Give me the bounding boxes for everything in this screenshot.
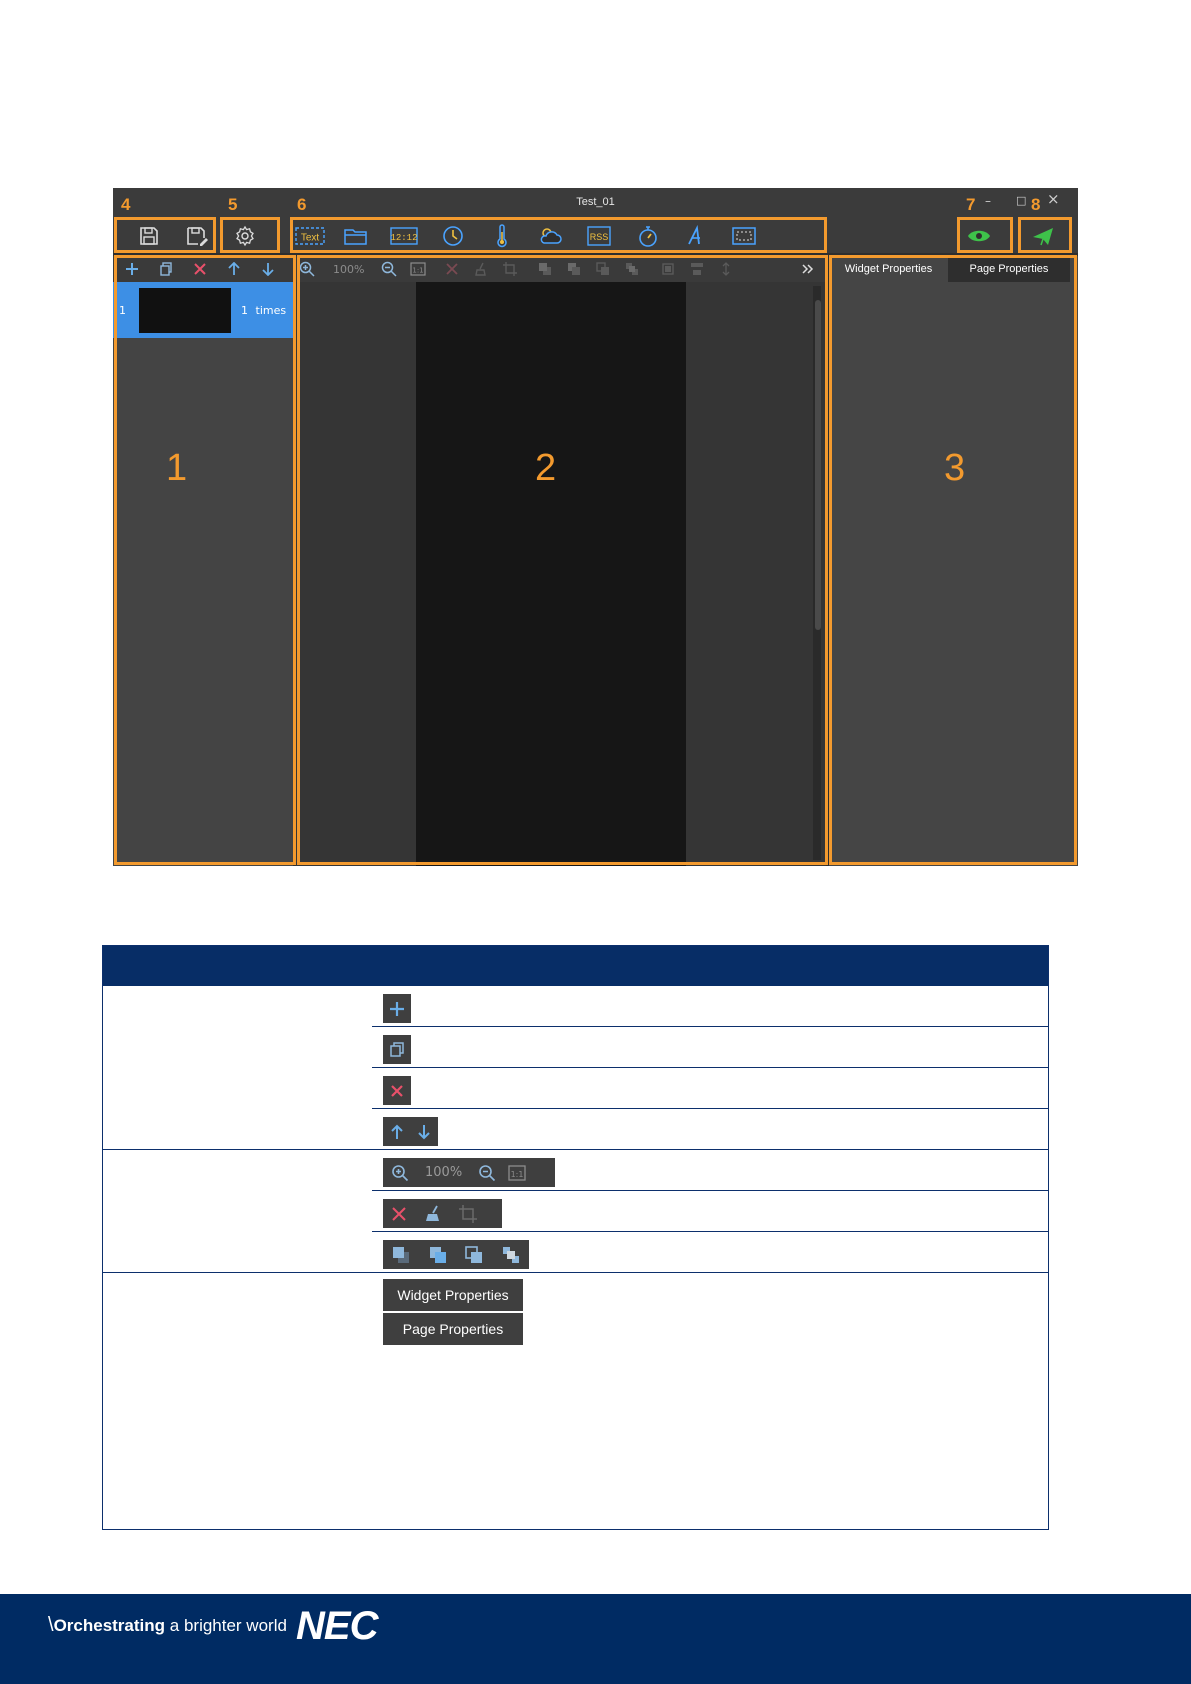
send-to-back-icon <box>429 1246 446 1263</box>
maximize-button[interactable]: □ <box>1016 194 1026 208</box>
arrow-down-icon <box>418 1124 430 1139</box>
minimize-button[interactable]: – <box>985 194 991 208</box>
nec-logo: NEC <box>296 1604 378 1648</box>
crop-icon <box>459 1204 477 1223</box>
callout-box-page-list <box>114 255 296 865</box>
callout-box-editor <box>297 255 828 865</box>
callout-box-publish <box>1018 217 1072 253</box>
copy-icon <box>390 1041 404 1057</box>
footer-band: \Orchestrating a brighter world NEC <box>0 1594 1191 1684</box>
bring-forward-icon <box>465 1245 483 1263</box>
row-divider <box>372 1026 1048 1027</box>
move-page-tile <box>383 1117 438 1146</box>
callout-box-save <box>114 217 216 253</box>
row-divider <box>372 1067 1048 1068</box>
edit-controls-tile <box>383 1199 502 1228</box>
area-label-properties: 3 <box>944 447 966 489</box>
callout-label-preview: 7 <box>966 195 976 214</box>
zoom-level-label: 100% <box>425 1165 463 1180</box>
callout-box-settings <box>220 217 280 253</box>
footer-slogan: \Orchestrating a brighter world <box>48 1614 287 1636</box>
callout-box-properties <box>829 255 1077 865</box>
row-divider <box>372 1190 1048 1191</box>
add-page-tile <box>383 994 411 1023</box>
group-divider <box>103 1149 1048 1150</box>
callout-label-settings: 5 <box>228 195 238 214</box>
svg-text:1:1: 1:1 <box>511 1170 524 1179</box>
group-divider <box>103 1272 1048 1273</box>
close-icon <box>391 1084 403 1097</box>
callout-label-widgets: 6 <box>297 195 307 214</box>
close-button[interactable]: × <box>1047 192 1060 207</box>
callout-label-save: 4 <box>121 195 131 214</box>
row-divider <box>372 1108 1048 1109</box>
arrow-up-icon <box>391 1124 403 1139</box>
zoom-controls-tile: 100% 1:1 <box>383 1158 555 1187</box>
plus-icon <box>390 1001 404 1016</box>
layer-controls-tile <box>383 1240 529 1269</box>
broom-icon <box>426 1205 439 1221</box>
description-table: 100% 1:1 Widget Properties Page Properti… <box>102 945 1049 1530</box>
copy-page-tile <box>383 1035 411 1064</box>
bring-to-front-icon <box>393 1246 410 1263</box>
page-properties-tile: Page Properties <box>383 1313 523 1345</box>
callout-box-widgets <box>290 217 827 253</box>
area-label-page-list: 1 <box>166 447 188 489</box>
send-backward-icon <box>502 1246 519 1263</box>
title-bar: Test_01 – □ × <box>113 188 1078 218</box>
area-label-editor: 2 <box>535 447 557 489</box>
table-header <box>103 946 1048 986</box>
actual-size-icon: 1:1 <box>508 1164 526 1181</box>
delete-page-tile <box>383 1076 411 1105</box>
callout-box-preview <box>957 217 1013 253</box>
zoom-out-icon <box>479 1164 496 1181</box>
close-icon <box>392 1206 406 1221</box>
callout-label-publish: 8 <box>1031 195 1041 214</box>
zoom-in-icon <box>392 1164 409 1181</box>
row-divider <box>372 1231 1048 1232</box>
window-title: Test_01 <box>576 196 615 208</box>
widget-properties-tile: Widget Properties <box>383 1279 523 1311</box>
